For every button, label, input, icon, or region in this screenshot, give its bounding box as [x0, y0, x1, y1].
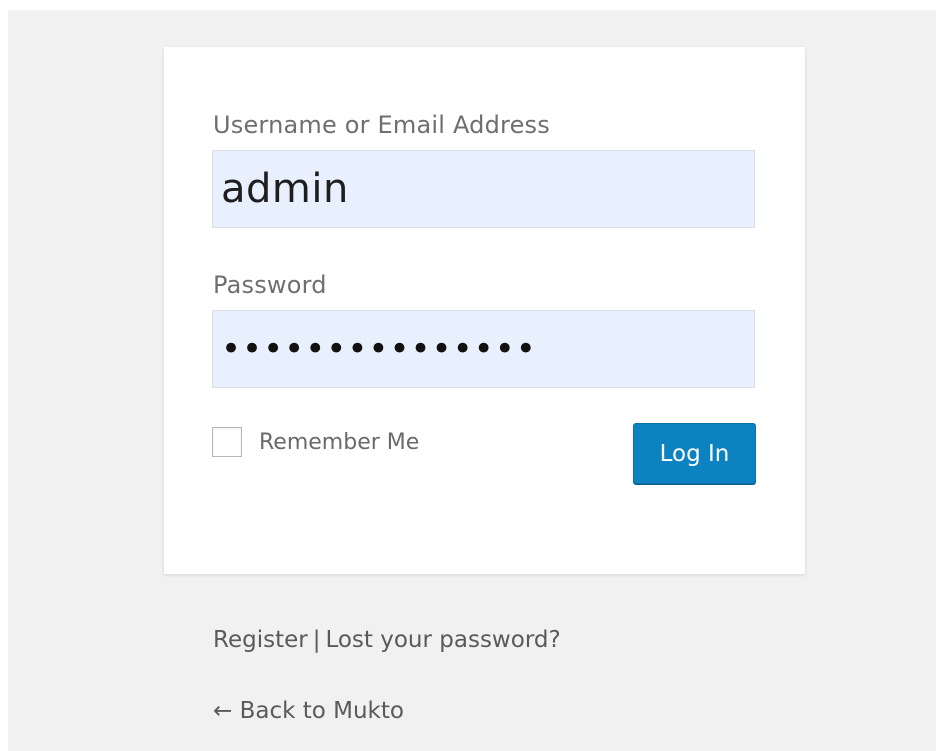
login-button[interactable]: Log In	[633, 423, 756, 484]
register-link[interactable]: Register	[213, 627, 308, 653]
lost-password-link[interactable]: Lost your password?	[325, 627, 560, 653]
remember-me-label[interactable]: Remember Me	[259, 430, 419, 455]
username-label: Username or Email Address	[213, 111, 550, 139]
remember-me-checkbox[interactable]	[212, 427, 242, 457]
password-masked-value: •••••••••••••••	[221, 329, 537, 369]
password-field[interactable]: •••••••••••••••	[212, 310, 755, 388]
back-to-site-link[interactable]: ← Back to Mukto	[213, 698, 404, 724]
link-separator: |	[312, 627, 321, 653]
remember-me-row[interactable]: Remember Me	[212, 427, 419, 457]
password-label: Password	[213, 271, 327, 299]
login-form: Username or Email Address admin Password…	[164, 47, 805, 574]
username-field[interactable]: admin	[212, 150, 755, 228]
account-links: Register | Lost your password?	[213, 627, 561, 653]
username-value: admin	[221, 166, 349, 212]
